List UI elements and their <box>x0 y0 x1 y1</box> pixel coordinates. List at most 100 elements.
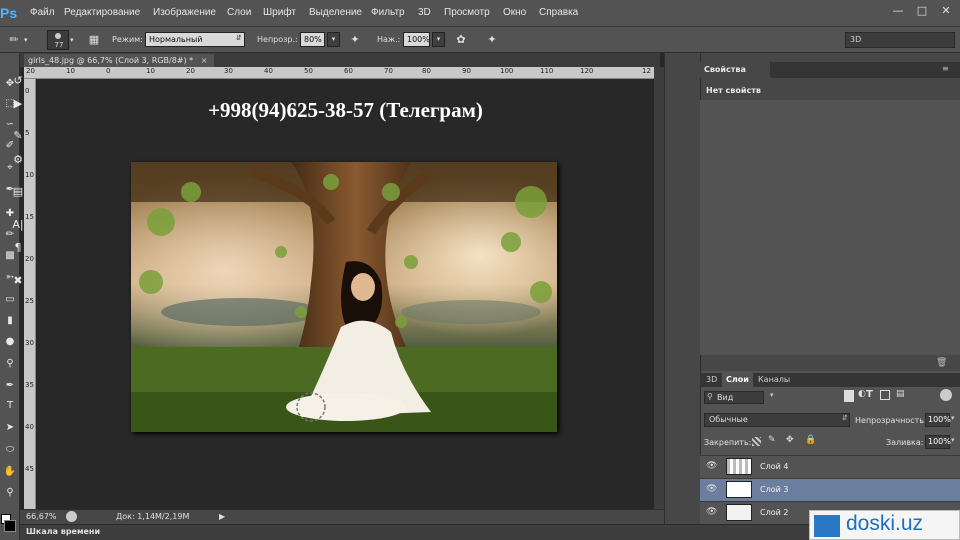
trash-icon[interactable]: 🗑 <box>936 358 947 368</box>
path-selection-tool-icon[interactable]: ➤ <box>1 420 19 436</box>
mode-label: Режим: <box>112 35 143 44</box>
flow-field[interactable]: 100% <box>403 32 430 47</box>
type-tool-icon[interactable]: T <box>1 398 19 414</box>
character-panel-icon[interactable]: A| <box>8 217 28 233</box>
menu-filter[interactable]: Фильтр <box>371 7 405 18</box>
eraser-tool-icon[interactable]: ▭ <box>1 292 19 308</box>
no-properties-text: Нет свойств <box>706 86 761 95</box>
layer-filter-select[interactable]: Вид <box>704 391 764 404</box>
menu-layers[interactable]: Слои <box>227 7 251 18</box>
filter-type-icon[interactable]: T <box>866 389 873 400</box>
menu-help[interactable]: Справка <box>539 7 578 18</box>
paragraph-panel-icon[interactable]: ¶ <box>8 240 28 256</box>
pen-tool-icon[interactable]: ✒ <box>1 378 19 394</box>
menu-view[interactable]: Просмотр <box>444 7 490 18</box>
blur-tool-icon[interactable]: ● <box>1 334 19 350</box>
vertical-scrollbar[interactable] <box>654 67 664 509</box>
menu-type[interactable]: Шрифт <box>263 7 296 18</box>
zoom-preview-icon[interactable] <box>66 511 77 522</box>
ruler-tick: 12 <box>642 67 651 75</box>
ruler-tick: 80 <box>422 67 431 75</box>
menu-window[interactable]: Окно <box>503 7 526 18</box>
close-document-icon[interactable]: × <box>201 56 208 65</box>
zoom-tool-icon[interactable]: ⚲ <box>1 485 19 501</box>
actions-panel-icon[interactable]: ▶ <box>8 96 28 112</box>
opacity-field[interactable]: 80% <box>300 32 325 47</box>
blend-mode-select[interactable]: Обычные <box>704 413 850 427</box>
visibility-eye-icon[interactable]: 👁 <box>706 455 718 478</box>
forest-tree-girl-image <box>131 162 557 432</box>
fill-arrow-icon[interactable]: ▾ <box>951 436 955 444</box>
zoom-level[interactable]: 66,67% <box>26 512 57 521</box>
lock-all-icon[interactable]: 🔒 <box>805 435 816 445</box>
filter-shape-icon[interactable] <box>880 390 890 400</box>
layer-thumbnail <box>726 481 752 498</box>
lock-pixels-icon[interactable]: ✎ <box>768 435 776 445</box>
tab-layers[interactable]: Слои <box>722 373 753 387</box>
brush-tool-icon[interactable]: ✏ <box>6 32 22 48</box>
filter-toggle-icon[interactable] <box>940 389 952 401</box>
filter-dropdown-icon[interactable]: ▾ <box>770 391 778 404</box>
tool-preset-arrow-icon[interactable]: ▾ <box>24 36 28 44</box>
dodge-tool-icon[interactable]: ⚲ <box>1 356 19 372</box>
properties-tab[interactable]: Свойства <box>700 62 770 78</box>
layer-name[interactable]: Слой 4 <box>760 455 788 478</box>
document-image[interactable] <box>131 162 557 432</box>
tools-options-icon[interactable]: ✖ <box>8 273 28 289</box>
tool-presets-icon[interactable]: ⚙ <box>8 152 28 168</box>
flow-label: Наж.: <box>377 35 401 44</box>
filter-smart-object-icon[interactable]: ▤ <box>896 389 905 399</box>
ruler-tick: 20 <box>186 67 195 75</box>
visibility-eye-icon[interactable]: 👁 <box>706 501 718 524</box>
lock-transparency-icon[interactable] <box>752 437 761 446</box>
layer-thumbnail <box>726 458 752 475</box>
tab-3d[interactable]: 3D <box>702 373 721 387</box>
airbrush-icon[interactable]: ✿ <box>453 32 469 48</box>
close-icon[interactable]: ✕ <box>936 2 956 20</box>
filter-adjustment-icon[interactable]: ◐ <box>858 389 866 399</box>
flow-dropdown-icon[interactable]: ▾ <box>432 32 445 47</box>
ruler-tick: 30 <box>224 67 233 75</box>
timeline-label[interactable]: Шкала времени <box>26 527 100 536</box>
minimize-icon[interactable]: — <box>888 2 908 20</box>
layer-opacity-field[interactable]: 100% <box>925 413 951 427</box>
lock-position-icon[interactable]: ✥ <box>786 435 794 445</box>
hand-tool-icon[interactable]: ✋ <box>1 464 19 480</box>
menu-select[interactable]: Выделение <box>309 7 362 18</box>
pressure-size-icon[interactable]: ✦ <box>484 32 500 48</box>
brush-panel-icon[interactable]: ▦ <box>86 32 102 48</box>
fill-field[interactable]: 100% <box>925 435 951 449</box>
status-menu-arrow-icon[interactable]: ▶ <box>219 512 225 521</box>
layer-opacity-arrow-icon[interactable]: ▾ <box>951 414 955 422</box>
pressure-opacity-icon[interactable]: ✦ <box>347 32 363 48</box>
menu-edit[interactable]: Редактирование <box>64 7 140 18</box>
layer-name[interactable]: Слой 2 <box>760 501 788 524</box>
workspace-select[interactable]: 3D <box>845 32 955 48</box>
gradient-tool-icon[interactable]: ▮ <box>1 313 19 329</box>
layer-name[interactable]: Слой 3 <box>760 478 788 501</box>
mode-select-arrow-icon: ⇵ <box>236 34 242 42</box>
brush-presets-icon[interactable]: ✎ <box>8 128 28 144</box>
brush-picker-arrow-icon[interactable]: ▾ <box>70 36 74 44</box>
adjustments-icon[interactable]: ▤ <box>8 184 28 200</box>
doski-logo-icon <box>814 515 840 537</box>
menu-3d[interactable]: 3D <box>418 7 431 18</box>
ruler-tick: 110 <box>540 67 554 75</box>
panel-menu-icon[interactable]: ≡ <box>942 64 949 73</box>
foreground-color-swatch[interactable] <box>4 520 16 532</box>
history-panel-icon[interactable]: ↺ <box>8 73 28 89</box>
document-tab[interactable]: girls_48.jpg @ 66,7% (Слой 3, RGB/8#) * … <box>24 54 214 67</box>
brush-dot-icon <box>55 33 61 39</box>
filter-pixel-icon[interactable] <box>844 390 854 402</box>
visibility-eye-icon[interactable]: 👁 <box>706 478 718 501</box>
shape-tool-icon[interactable]: ⬭ <box>1 442 19 458</box>
mode-select[interactable]: Нормальный <box>145 32 245 47</box>
canvas-area[interactable]: +998(94)625-38-57 (Телеграм) <box>37 80 654 509</box>
brush-preview[interactable]: 77 <box>47 30 69 50</box>
opacity-dropdown-icon[interactable]: ▾ <box>327 32 340 47</box>
tab-channels[interactable]: Каналы <box>754 373 794 387</box>
menu-image[interactable]: Изображение <box>153 7 216 18</box>
maximize-icon[interactable]: □ <box>912 2 932 20</box>
menu-file[interactable]: Файл <box>30 7 55 18</box>
watermark-text: doski.uz <box>846 512 924 535</box>
